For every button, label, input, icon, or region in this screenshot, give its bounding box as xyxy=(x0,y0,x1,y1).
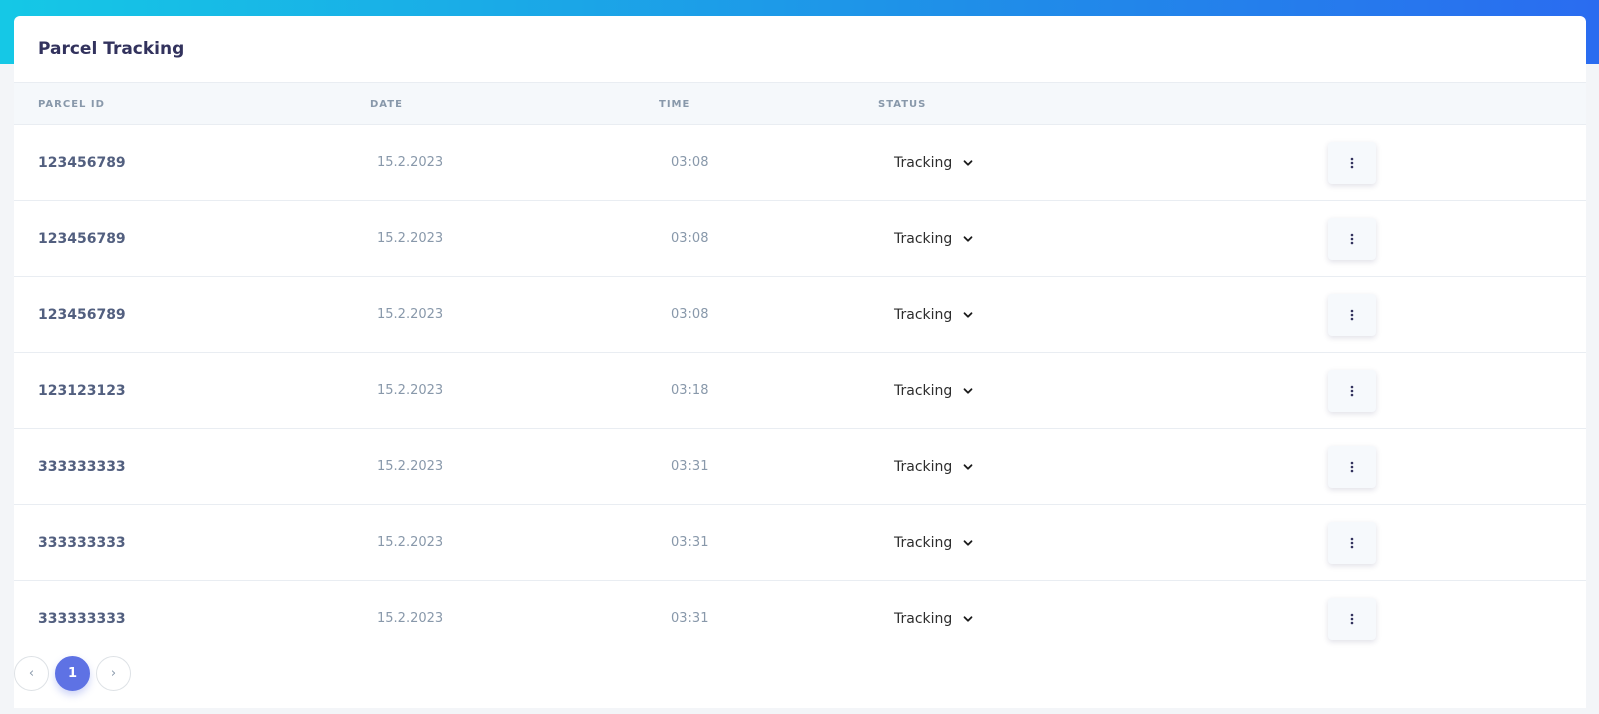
date-cell: 15.2.2023 xyxy=(377,535,444,550)
table-row: 123456789 15.2.2023 03:08 Tracking xyxy=(14,125,1586,201)
status-cell: Tracking xyxy=(894,505,974,580)
more-vertical-icon xyxy=(1350,157,1354,168)
action-cell xyxy=(1328,353,1376,428)
pagination-page-1[interactable]: 1 xyxy=(55,656,90,691)
more-vertical-icon xyxy=(1350,537,1354,548)
status-value: Tracking xyxy=(894,534,953,551)
column-header-status: STATUS xyxy=(878,99,927,110)
action-cell xyxy=(1328,581,1376,656)
status-cell: Tracking xyxy=(894,201,974,276)
date-cell: 15.2.2023 xyxy=(377,383,444,398)
card-header: Parcel Tracking xyxy=(14,16,1586,83)
date-cell: 15.2.2023 xyxy=(377,611,444,626)
time-cell: 03:08 xyxy=(671,307,709,322)
more-vertical-icon xyxy=(1350,385,1354,396)
status-value: Tracking xyxy=(894,230,953,247)
status-cell: Tracking xyxy=(894,125,974,200)
status-cell: Tracking xyxy=(894,429,974,504)
time-cell: 03:31 xyxy=(671,611,709,626)
row-menu-button[interactable] xyxy=(1328,521,1376,564)
status-dropdown[interactable]: Tracking xyxy=(894,307,974,323)
table-row: 333333333 15.2.2023 03:31 Tracking xyxy=(14,429,1586,505)
status-dropdown[interactable]: Tracking xyxy=(894,231,974,247)
pagination-next-button[interactable]: › xyxy=(96,656,131,691)
status-dropdown[interactable]: Tracking xyxy=(894,383,974,399)
status-value: Tracking xyxy=(894,458,953,475)
time-cell: 03:31 xyxy=(671,459,709,474)
status-cell: Tracking xyxy=(894,353,974,428)
row-menu-button[interactable] xyxy=(1328,597,1376,640)
chevron-down-icon xyxy=(963,311,973,318)
status-value: Tracking xyxy=(894,382,953,399)
chevron-down-icon xyxy=(963,159,973,166)
parcel-id-cell: 123456789 xyxy=(38,230,126,247)
pagination-prev-button[interactable]: ‹ xyxy=(14,656,49,691)
table-row: 333333333 15.2.2023 03:31 Tracking xyxy=(14,505,1586,581)
chevron-down-icon xyxy=(963,387,973,394)
row-menu-button[interactable] xyxy=(1328,217,1376,260)
time-cell: 03:18 xyxy=(671,383,709,398)
status-value: Tracking xyxy=(894,306,953,323)
row-menu-button[interactable] xyxy=(1328,445,1376,488)
more-vertical-icon xyxy=(1350,309,1354,320)
row-menu-button[interactable] xyxy=(1328,141,1376,184)
time-cell: 03:08 xyxy=(671,155,709,170)
date-cell: 15.2.2023 xyxy=(377,459,444,474)
parcel-id-cell: 333333333 xyxy=(38,534,126,551)
chevron-down-icon xyxy=(963,615,973,622)
chevron-down-icon xyxy=(963,463,973,470)
parcel-id-cell: 123456789 xyxy=(38,154,126,171)
action-cell xyxy=(1328,201,1376,276)
date-cell: 15.2.2023 xyxy=(377,155,444,170)
action-cell xyxy=(1328,125,1376,200)
column-header-parcel-id: PARCEL ID xyxy=(38,99,105,110)
date-cell: 15.2.2023 xyxy=(377,307,444,322)
chevron-down-icon xyxy=(963,235,973,242)
more-vertical-icon xyxy=(1350,233,1354,244)
row-menu-button[interactable] xyxy=(1328,293,1376,336)
status-dropdown[interactable]: Tracking xyxy=(894,155,974,171)
action-cell xyxy=(1328,505,1376,580)
status-value: Tracking xyxy=(894,154,953,171)
time-cell: 03:08 xyxy=(671,231,709,246)
column-header-date: DATE xyxy=(370,99,403,110)
parcel-id-cell: 333333333 xyxy=(38,610,126,627)
column-header-time: TIME xyxy=(659,99,691,110)
more-vertical-icon xyxy=(1350,613,1354,624)
table-row: 333333333 15.2.2023 03:31 Tracking xyxy=(14,581,1586,657)
page-title: Parcel Tracking xyxy=(38,39,185,59)
table-header: PARCEL ID DATE TIME STATUS xyxy=(14,83,1586,125)
table-row: 123123123 15.2.2023 03:18 Tracking xyxy=(14,353,1586,429)
parcel-tracking-card: Parcel Tracking PARCEL ID DATE TIME STAT… xyxy=(14,16,1586,708)
table-body: 123456789 15.2.2023 03:08 Tracking 12345… xyxy=(14,125,1586,657)
status-value: Tracking xyxy=(894,610,953,627)
parcel-id-cell: 123123123 xyxy=(38,382,126,399)
date-cell: 15.2.2023 xyxy=(377,231,444,246)
action-cell xyxy=(1328,429,1376,504)
status-cell: Tracking xyxy=(894,277,974,352)
status-dropdown[interactable]: Tracking xyxy=(894,611,974,627)
parcel-id-cell: 123456789 xyxy=(38,306,126,323)
action-cell xyxy=(1328,277,1376,352)
chevron-down-icon xyxy=(963,539,973,546)
parcel-id-cell: 333333333 xyxy=(38,458,126,475)
pagination: ‹ 1 › xyxy=(14,656,131,691)
status-dropdown[interactable]: Tracking xyxy=(894,535,974,551)
row-menu-button[interactable] xyxy=(1328,369,1376,412)
table-row: 123456789 15.2.2023 03:08 Tracking xyxy=(14,201,1586,277)
more-vertical-icon xyxy=(1350,461,1354,472)
status-cell: Tracking xyxy=(894,581,974,656)
table-row: 123456789 15.2.2023 03:08 Tracking xyxy=(14,277,1586,353)
status-dropdown[interactable]: Tracking xyxy=(894,459,974,475)
time-cell: 03:31 xyxy=(671,535,709,550)
